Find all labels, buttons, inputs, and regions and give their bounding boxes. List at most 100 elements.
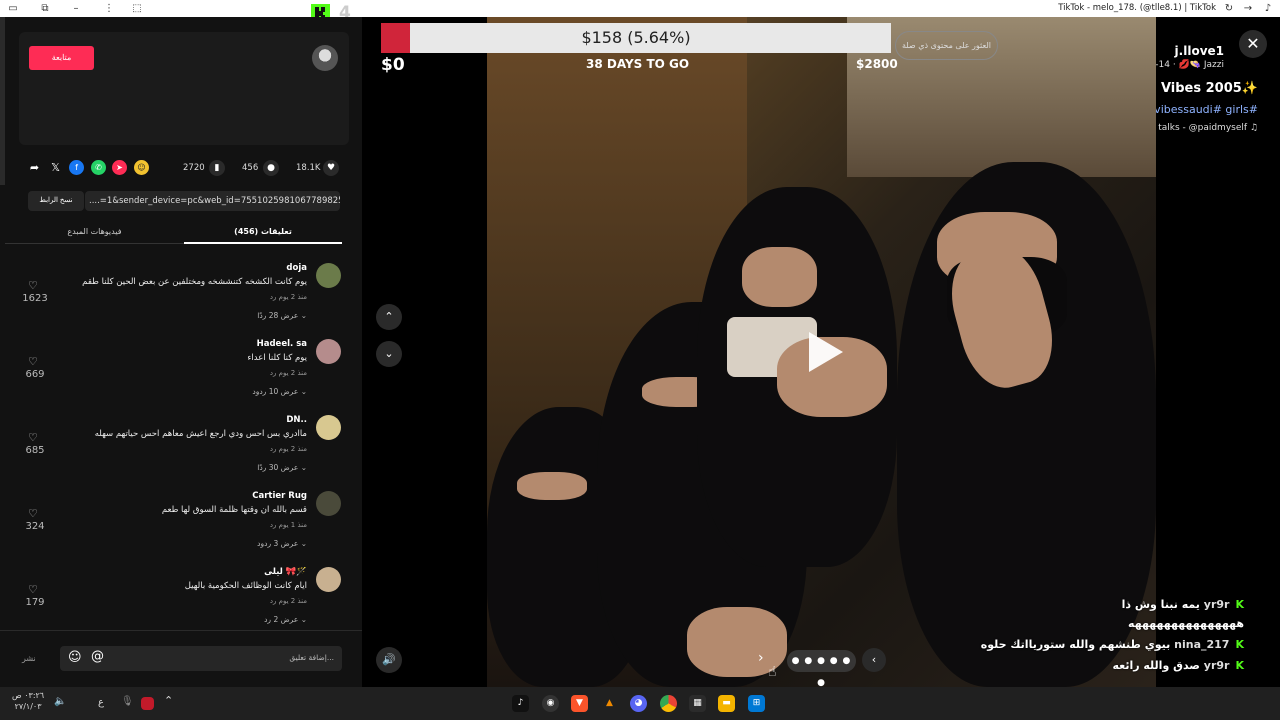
comment-avatar[interactable] — [316, 263, 341, 288]
comment-meta[interactable]: منذ 2 يوم رد — [270, 369, 307, 377]
view-replies[interactable]: عرض 28 ردًا ⌄ — [257, 311, 307, 320]
comment-meta[interactable]: منذ 2 يوم رد — [270, 445, 307, 453]
microphone-icon[interactable]: 🎙 — [121, 696, 134, 707]
emoji-icon[interactable]: ☺ — [68, 650, 82, 665]
comment-author[interactable]: doja — [286, 263, 307, 273]
windows-start-icon[interactable]: ⊞ — [748, 695, 765, 712]
share-arrow-icon[interactable]: ➦ — [27, 160, 42, 175]
chevron-up-icon[interactable]: ⌃ — [164, 694, 173, 707]
prev-slide-button[interactable]: ‹ — [862, 648, 886, 672]
previous-video-button[interactable]: ⌃ — [376, 304, 402, 330]
follow-button[interactable]: متابعة — [29, 46, 94, 70]
scrollbar[interactable] — [0, 17, 5, 185]
kick-badge-icon: K — [1235, 638, 1244, 651]
comment-like-icon[interactable]: ♡ — [28, 279, 38, 292]
view-replies-label: عرض 3 ردود — [257, 539, 299, 548]
clock[interactable]: ٠٣:٢٦ ص ٢٧/١/٠٣ — [12, 690, 44, 712]
video-title: Vibes 2005✨ — [1160, 81, 1258, 96]
mention-icon[interactable]: @ — [91, 649, 104, 664]
comment-author[interactable]: Hadeel. sa — [257, 339, 307, 349]
chevron-right-icon[interactable]: › — [758, 650, 764, 666]
embed-icon[interactable]: ☺ — [134, 160, 149, 175]
comment-text: ماادري بس احس ودي ارجع اعيش معاهم احس حي… — [94, 429, 307, 439]
view-replies[interactable]: عرض 2 رد ⌄ — [264, 615, 307, 624]
comment-like-icon[interactable]: ♡ — [28, 431, 38, 444]
next-video-button[interactable]: ⌄ — [376, 341, 402, 367]
comment-like-icon[interactable]: ♡ — [28, 507, 38, 520]
comment-item: DN.. ماادري بس احس ودي ارجع اعيش معاهم ا… — [0, 415, 362, 491]
vlc-icon[interactable]: ▲ — [601, 695, 618, 712]
comment-meta[interactable]: منذ 2 يوم رد — [270, 293, 307, 301]
close-button[interactable]: ✕ — [1239, 30, 1267, 58]
related-content-search[interactable]: العثور على محتوى ذي صلة — [895, 31, 998, 60]
comment-author[interactable]: ليلى 🎀🪄 — [264, 567, 307, 577]
language-indicator[interactable]: ع — [98, 697, 104, 708]
minimize-icon[interactable]: – — [69, 2, 83, 15]
view-replies-label: عرض 2 رد — [264, 615, 299, 624]
store-icon[interactable]: ▦ — [689, 695, 706, 712]
tab-creator-videos[interactable]: فيديوهات المبدع — [5, 222, 184, 244]
refresh-icon[interactable]: ↻ — [1222, 2, 1236, 15]
goal-progress-text: $158 (5.64%) — [581, 28, 691, 47]
author-username[interactable]: j.llove1 — [1175, 44, 1224, 58]
comment-avatar[interactable] — [316, 491, 341, 516]
comment-author[interactable]: Cartier Rug — [252, 491, 307, 501]
comment-author[interactable]: DN.. — [286, 415, 307, 425]
app-tray-icon[interactable] — [141, 697, 154, 710]
tiktok-app-icon[interactable]: ♪ — [512, 695, 529, 712]
chrome-icon[interactable] — [660, 695, 677, 712]
comment-avatar[interactable] — [316, 415, 341, 440]
whatsapp-icon[interactable]: ✆ — [91, 160, 106, 175]
play-icon[interactable] — [805, 330, 845, 374]
view-replies[interactable]: عرض 30 ردًا ⌄ — [257, 463, 307, 472]
file-explorer-icon[interactable]: ▬ — [718, 695, 735, 712]
post-button[interactable]: نشر — [22, 654, 36, 663]
send-icon[interactable]: ➤ — [112, 160, 127, 175]
volume-button[interactable]: 🔊 — [376, 647, 402, 673]
copy-link-button[interactable]: نسخ الرابط — [28, 191, 84, 211]
bookmark-icon[interactable]: ▮ — [209, 160, 225, 176]
chat-message: يمه نبنا وش ذا yr9r K — [1122, 598, 1244, 611]
volume-icon: 🔊 — [382, 653, 396, 666]
more-icon[interactable]: ⋮ — [102, 2, 116, 15]
comment-avatar[interactable] — [316, 339, 341, 364]
comment-icon[interactable]: ● — [263, 160, 279, 176]
tab-comments[interactable]: تعليقات (456) — [184, 222, 342, 244]
browser-app-icon[interactable]: ◉ — [542, 695, 559, 712]
share-link[interactable]: ....=1&sender_device=pc&web_id=755102598… — [85, 191, 340, 211]
mouse-cursor-icon: ☝ — [768, 664, 777, 680]
divider — [0, 630, 362, 631]
slide-indicator[interactable]: ● ● ● ● ● ● — [787, 650, 856, 688]
goal-amount: $2800 — [856, 57, 898, 71]
view-replies[interactable]: عرض 3 ردود ⌄ — [257, 539, 307, 548]
person-face — [517, 472, 587, 500]
close-icon: ✕ — [1246, 34, 1260, 53]
chevron-down-icon: ⌄ — [300, 463, 307, 472]
discord-icon[interactable]: ◕ — [630, 695, 647, 712]
chevron-down-icon: ⌄ — [300, 539, 307, 548]
comment-input[interactable]: إضافة تعليق... ☺ @ — [60, 646, 342, 671]
chat-message: بيوي طنشهم والله ستوريااتك حلوه nina_217… — [981, 638, 1244, 651]
forward-icon[interactable]: → — [1241, 2, 1255, 15]
comment-meta[interactable]: منذ 2 يوم رد — [270, 597, 307, 605]
comment-like-icon[interactable]: ♡ — [28, 583, 38, 596]
chevron-up-icon: ⌃ — [384, 310, 394, 323]
clock-date: ٢٧/١/٠٣ — [14, 702, 42, 711]
comment-meta[interactable]: منذ 1 يوم رد — [270, 521, 307, 529]
restore-icon[interactable]: ⧉ — [38, 2, 52, 15]
comment-like-icon[interactable]: ♡ — [28, 355, 38, 368]
author-avatar[interactable] — [312, 45, 338, 71]
heart-icon[interactable]: ♥ — [323, 160, 339, 176]
comment-avatar[interactable] — [316, 567, 341, 592]
chevron-left-icon: ‹ — [871, 653, 877, 666]
comment-like-count: 669 — [25, 369, 45, 380]
sidebar-icon[interactable]: ▭ — [6, 2, 20, 15]
brave-icon[interactable]: ▼ — [571, 695, 588, 712]
view-replies[interactable]: عرض 10 ردود ⌄ — [252, 387, 307, 396]
facebook-icon[interactable]: f — [69, 160, 84, 175]
chat-username: yr9r — [1203, 598, 1230, 611]
extension-icon[interactable]: ⬚ — [130, 2, 144, 15]
chevron-down-icon: ⌄ — [300, 615, 307, 624]
x-icon[interactable]: 𝕏 — [48, 160, 63, 175]
speaker-icon[interactable]: 🔈 — [54, 696, 66, 707]
